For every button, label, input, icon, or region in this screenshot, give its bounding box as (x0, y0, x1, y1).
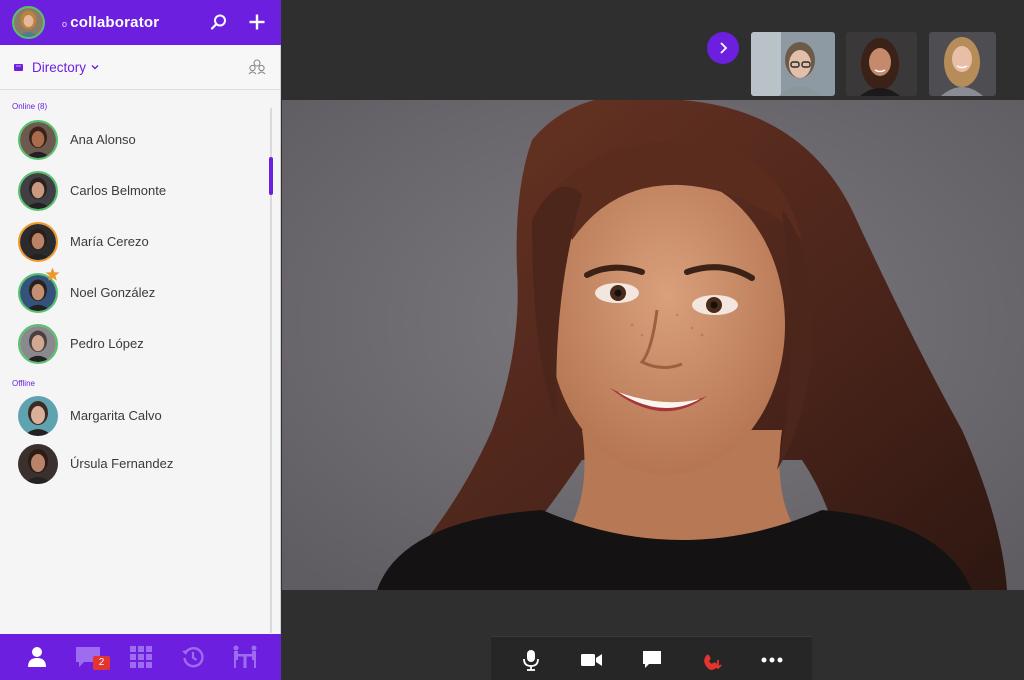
bottom-nav (0, 634, 281, 680)
apps-tab[interactable] (117, 634, 165, 680)
offline-section-label: Offline (12, 379, 35, 388)
my-avatar[interactable] (12, 6, 45, 39)
next-participants-button[interactable] (707, 32, 739, 64)
contact-avatar (18, 120, 58, 160)
contacts-tab[interactable] (13, 634, 61, 680)
scrollbar-thumb[interactable] (269, 157, 273, 195)
contact-item[interactable]: Noel González (0, 267, 268, 317)
chat-unread-badge: 2 (93, 656, 110, 670)
online-section-label: Online (8) (12, 102, 48, 111)
participant-video-1 (751, 32, 835, 96)
directory-bar: Directory (0, 45, 280, 90)
contact-name: Ana Alonso (70, 132, 136, 147)
brand-mark: o (62, 19, 68, 29)
contact-item[interactable]: Ana Alonso (0, 118, 268, 164)
groups-icon[interactable] (247, 57, 267, 77)
call-controls (491, 636, 812, 680)
contact-avatar (18, 222, 58, 262)
favorite-star-icon (45, 267, 60, 281)
contact-list: Online (8) Offline Ana Alonso Carlos Belm… (0, 91, 270, 634)
directory-dropdown[interactable]: Directory (32, 60, 86, 75)
meetings-tab[interactable] (221, 634, 269, 680)
contact-item[interactable]: Carlos Belmonte (0, 169, 268, 215)
video-camera-icon (581, 654, 602, 666)
plus-icon[interactable] (246, 11, 268, 33)
contact-name: Pedro López (70, 336, 144, 351)
hangup-icon (704, 654, 722, 670)
contact-name: María Cerezo (70, 234, 149, 249)
history-icon (182, 647, 204, 668)
chevron-right-icon (720, 42, 728, 54)
contact-avatar (18, 171, 58, 211)
contact-item[interactable]: Pedro López (0, 322, 268, 368)
chat-button[interactable] (639, 647, 665, 673)
microphone-icon (523, 650, 539, 671)
history-tab[interactable] (169, 634, 217, 680)
contact-item[interactable]: Úrsula Fernandez (0, 442, 268, 488)
main-video[interactable] (282, 100, 1024, 590)
participant-video-3 (929, 32, 996, 96)
contact-avatar (18, 444, 58, 484)
participant-thumbnail[interactable] (846, 32, 917, 96)
search-icon[interactable] (208, 11, 230, 33)
directory-book-icon (14, 64, 23, 71)
brand-name: collaborator (70, 14, 160, 31)
meeting-icon (233, 645, 257, 668)
chat-icon (643, 651, 661, 668)
microphone-button[interactable] (518, 647, 544, 673)
contact-name: Noel González (70, 285, 156, 300)
contact-name: Úrsula Fernandez (70, 456, 174, 471)
contact-name: Margarita Calvo (70, 408, 162, 423)
camera-button[interactable] (579, 647, 605, 673)
contact-avatar (18, 324, 58, 364)
sidebar: o collaborator Directory Online (8) Offli… (0, 0, 281, 680)
participant-thumbnail[interactable] (929, 32, 996, 96)
contact-avatar (18, 396, 58, 436)
more-options-button[interactable] (759, 647, 785, 673)
hangup-button[interactable] (699, 647, 725, 673)
speaker-video (282, 100, 1024, 590)
app-header: o collaborator (0, 0, 281, 45)
contact-item[interactable]: Margarita Calvo (0, 394, 268, 440)
contact-item[interactable]: María Cerezo (0, 220, 268, 266)
chevron-down-icon[interactable] (90, 62, 100, 72)
contact-name: Carlos Belmonte (70, 183, 167, 198)
grid-icon (130, 646, 152, 668)
user-icon (28, 647, 46, 667)
participant-thumbnail[interactable] (751, 32, 835, 96)
more-dots-icon (761, 657, 783, 663)
participant-video-2 (846, 32, 917, 96)
app-logo: o collaborator (62, 14, 159, 31)
